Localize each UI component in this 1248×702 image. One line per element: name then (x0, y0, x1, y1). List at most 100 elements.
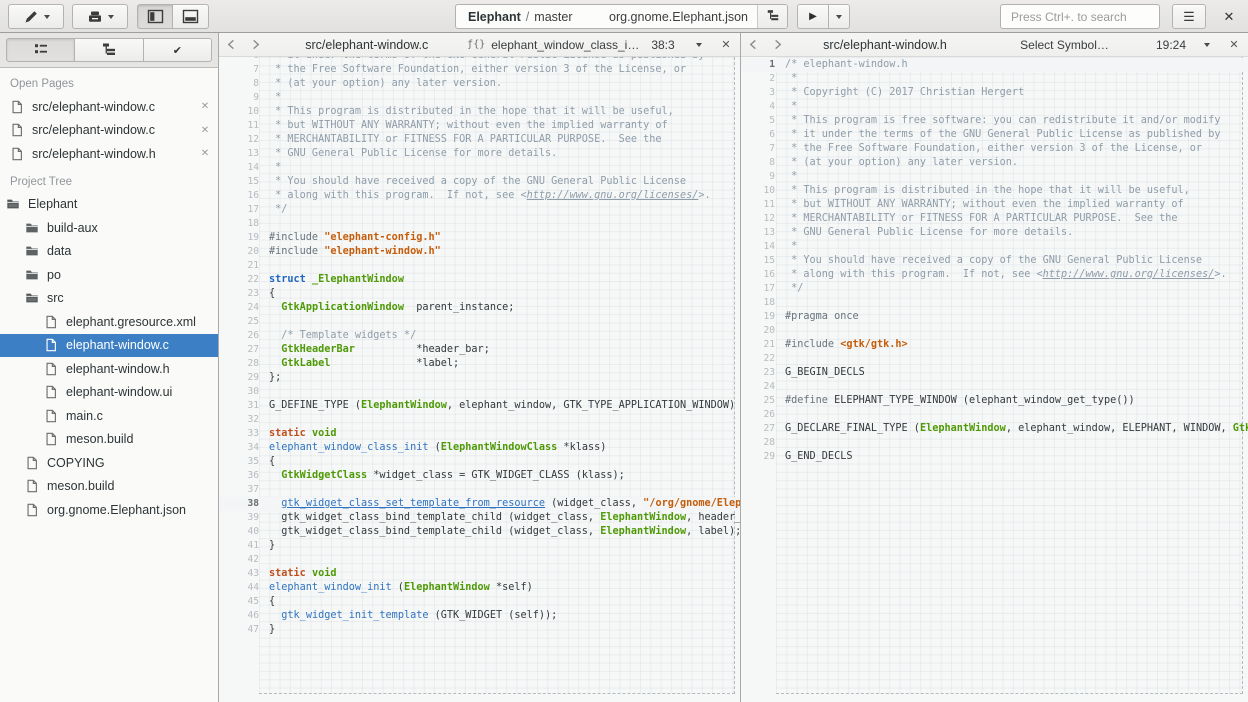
code-line[interactable]: 27 GtkHeaderBar *header_bar; (219, 343, 740, 357)
code-line[interactable]: 20 (741, 324, 1248, 338)
code-line[interactable]: 16 * along with this program. If not, se… (741, 268, 1248, 282)
code-line[interactable]: 25#define ELEPHANT_TYPE_WINDOW (elephant… (741, 394, 1248, 408)
code-line[interactable]: 17 */ (219, 203, 740, 217)
code-line[interactable]: 26 /* Template widgets */ (219, 329, 740, 343)
code-line[interactable]: 37 (219, 483, 740, 497)
tree-item[interactable]: elephant-window.ui (0, 381, 218, 405)
code-line[interactable]: 18 (219, 217, 740, 231)
code-line[interactable]: 9 * (741, 170, 1248, 184)
code-line[interactable]: 15 * You should have received a copy of … (219, 175, 740, 189)
tree-item[interactable]: org.gnome.Elephant.json (0, 498, 218, 522)
tree-item[interactable]: data (0, 240, 218, 264)
code-line[interactable]: 38 gtk_widget_class_set_template_from_re… (219, 497, 740, 511)
tree-item[interactable]: build-aux (0, 216, 218, 240)
code-line[interactable]: 13 * GNU General Public License for more… (219, 147, 740, 161)
tree-item[interactable]: elephant-window.c (0, 334, 218, 358)
toggle-left-panel-button[interactable] (137, 4, 174, 29)
code-line[interactable]: 33static void (219, 427, 740, 441)
code-line[interactable]: 45{ (219, 595, 740, 609)
back-icon[interactable] (741, 33, 765, 57)
code-line[interactable]: 20#include "elephant-window.h" (219, 245, 740, 259)
code-line[interactable]: 44elephant_window_init (ElephantWindow *… (219, 581, 740, 595)
code-line[interactable]: 17 */ (741, 282, 1248, 296)
close-editor-button[interactable]: ✕ (712, 38, 740, 51)
run-options-button[interactable] (828, 4, 850, 29)
code-line[interactable]: 28 (741, 436, 1248, 450)
code-editor[interactable]: 6 * it under the terms of the GNU Genera… (219, 57, 740, 702)
code-line[interactable]: 23G_BEGIN_DECLS (741, 366, 1248, 380)
open-page-item[interactable]: src/elephant-window.h✕ (0, 142, 218, 166)
tree-item[interactable]: src (0, 287, 218, 311)
code-line[interactable]: 40 gtk_widget_class_bind_template_child … (219, 525, 740, 539)
code-line[interactable]: 14 * (219, 161, 740, 175)
tree-item[interactable]: meson.build (0, 428, 218, 452)
code-line[interactable]: 8 * (at your option) any later version. (741, 156, 1248, 170)
forward-icon[interactable] (765, 33, 789, 57)
tree-item[interactable]: elephant.gresource.xml (0, 310, 218, 334)
code-line[interactable]: 6 * it under the terms of the GNU Genera… (741, 128, 1248, 142)
code-line[interactable]: 29}; (219, 371, 740, 385)
omnibar[interactable]: Elephant / master org.gnome.Elephant.jso… (455, 4, 788, 29)
device-selector-button[interactable] (8, 4, 64, 29)
search-input[interactable] (1000, 4, 1160, 29)
tab-build-targets[interactable] (74, 38, 143, 62)
tree-item[interactable]: Elephant (0, 193, 218, 217)
code-line[interactable]: 39 gtk_widget_class_bind_template_child … (219, 511, 740, 525)
code-line[interactable]: 26 (741, 408, 1248, 422)
code-line[interactable]: 21#include <gtk/gtk.h> (741, 338, 1248, 352)
code-line[interactable]: 13 * GNU General Public License for more… (741, 226, 1248, 240)
close-icon[interactable]: ✕ (192, 125, 218, 136)
code-line[interactable]: 3 * Copyright (C) 2017 Christian Hergert (741, 86, 1248, 100)
code-line[interactable]: 11 * but WITHOUT ANY WARRANTY; without e… (219, 119, 740, 133)
code-line[interactable]: 8 * (at your option) any later version. (219, 77, 740, 91)
code-line[interactable]: 24 GtkApplicationWindow parent_instance; (219, 301, 740, 315)
tree-item[interactable]: COPYING (0, 451, 218, 475)
open-page-item[interactable]: src/elephant-window.c✕ (0, 95, 218, 119)
run-button[interactable]: ▶ (797, 4, 829, 29)
code-line[interactable]: 34elephant_window_class_init (ElephantWi… (219, 441, 740, 455)
open-page-item[interactable]: src/elephant-window.c✕ (0, 119, 218, 143)
code-line[interactable]: 47} (219, 623, 740, 637)
toggle-bottom-panel-button[interactable] (172, 4, 209, 29)
code-line[interactable]: 32 (219, 413, 740, 427)
code-line[interactable]: 16 * along with this program. If not, se… (219, 189, 740, 203)
window-close-button[interactable]: ✕ (1216, 4, 1242, 29)
build-target-button[interactable] (757, 5, 787, 28)
code-line[interactable]: 24 (741, 380, 1248, 394)
code-line[interactable]: 29G_END_DECLS (741, 450, 1248, 464)
back-icon[interactable] (219, 33, 243, 57)
code-line[interactable]: 1/* elephant-window.h (741, 58, 1248, 72)
code-line[interactable]: 19#include "elephant-config.h" (219, 231, 740, 245)
code-line[interactable]: 9 * (219, 91, 740, 105)
code-editor[interactable]: 1/* elephant-window.h2 *3 * Copyright (C… (741, 57, 1248, 702)
code-line[interactable]: 25 (219, 315, 740, 329)
code-line[interactable]: 23{ (219, 287, 740, 301)
code-line[interactable]: 15 * You should have received a copy of … (741, 254, 1248, 268)
menu-button[interactable]: ☰ (1172, 4, 1206, 29)
code-line[interactable]: 12 * MERCHANTABILITY or FITNESS FOR A PA… (741, 212, 1248, 226)
editor-options-button[interactable] (686, 43, 712, 47)
close-icon[interactable]: ✕ (192, 148, 218, 159)
symbol-selector[interactable]: Select Symbol… (981, 38, 1148, 52)
tree-item[interactable]: po (0, 263, 218, 287)
code-line[interactable]: 22 (741, 352, 1248, 366)
code-line[interactable]: 41} (219, 539, 740, 553)
code-line[interactable]: 46 gtk_widget_init_template (GTK_WIDGET … (219, 609, 740, 623)
code-line[interactable]: 19#pragma once (741, 310, 1248, 324)
tab-todo[interactable]: ✔ (143, 38, 212, 62)
code-line[interactable]: 43static void (219, 567, 740, 581)
editor-options-button[interactable] (1194, 43, 1220, 47)
code-line[interactable]: 35{ (219, 455, 740, 469)
close-editor-button[interactable]: ✕ (1220, 38, 1248, 51)
code-line[interactable]: 42 (219, 553, 740, 567)
tree-item[interactable]: main.c (0, 404, 218, 428)
code-line[interactable]: 5 * This program is free software: you c… (741, 114, 1248, 128)
build-profile-button[interactable] (72, 4, 128, 29)
code-line[interactable]: 14 * (741, 240, 1248, 254)
code-line[interactable]: 7 * the Free Software Foundation, either… (219, 63, 740, 77)
forward-icon[interactable] (243, 33, 267, 57)
code-line[interactable]: 36 GtkWidgetClass *widget_class = GTK_WI… (219, 469, 740, 483)
code-line[interactable]: 10 * This program is distributed in the … (741, 184, 1248, 198)
code-line[interactable]: 22struct _ElephantWindow (219, 273, 740, 287)
code-line[interactable]: 7 * the Free Software Foundation, either… (741, 142, 1248, 156)
